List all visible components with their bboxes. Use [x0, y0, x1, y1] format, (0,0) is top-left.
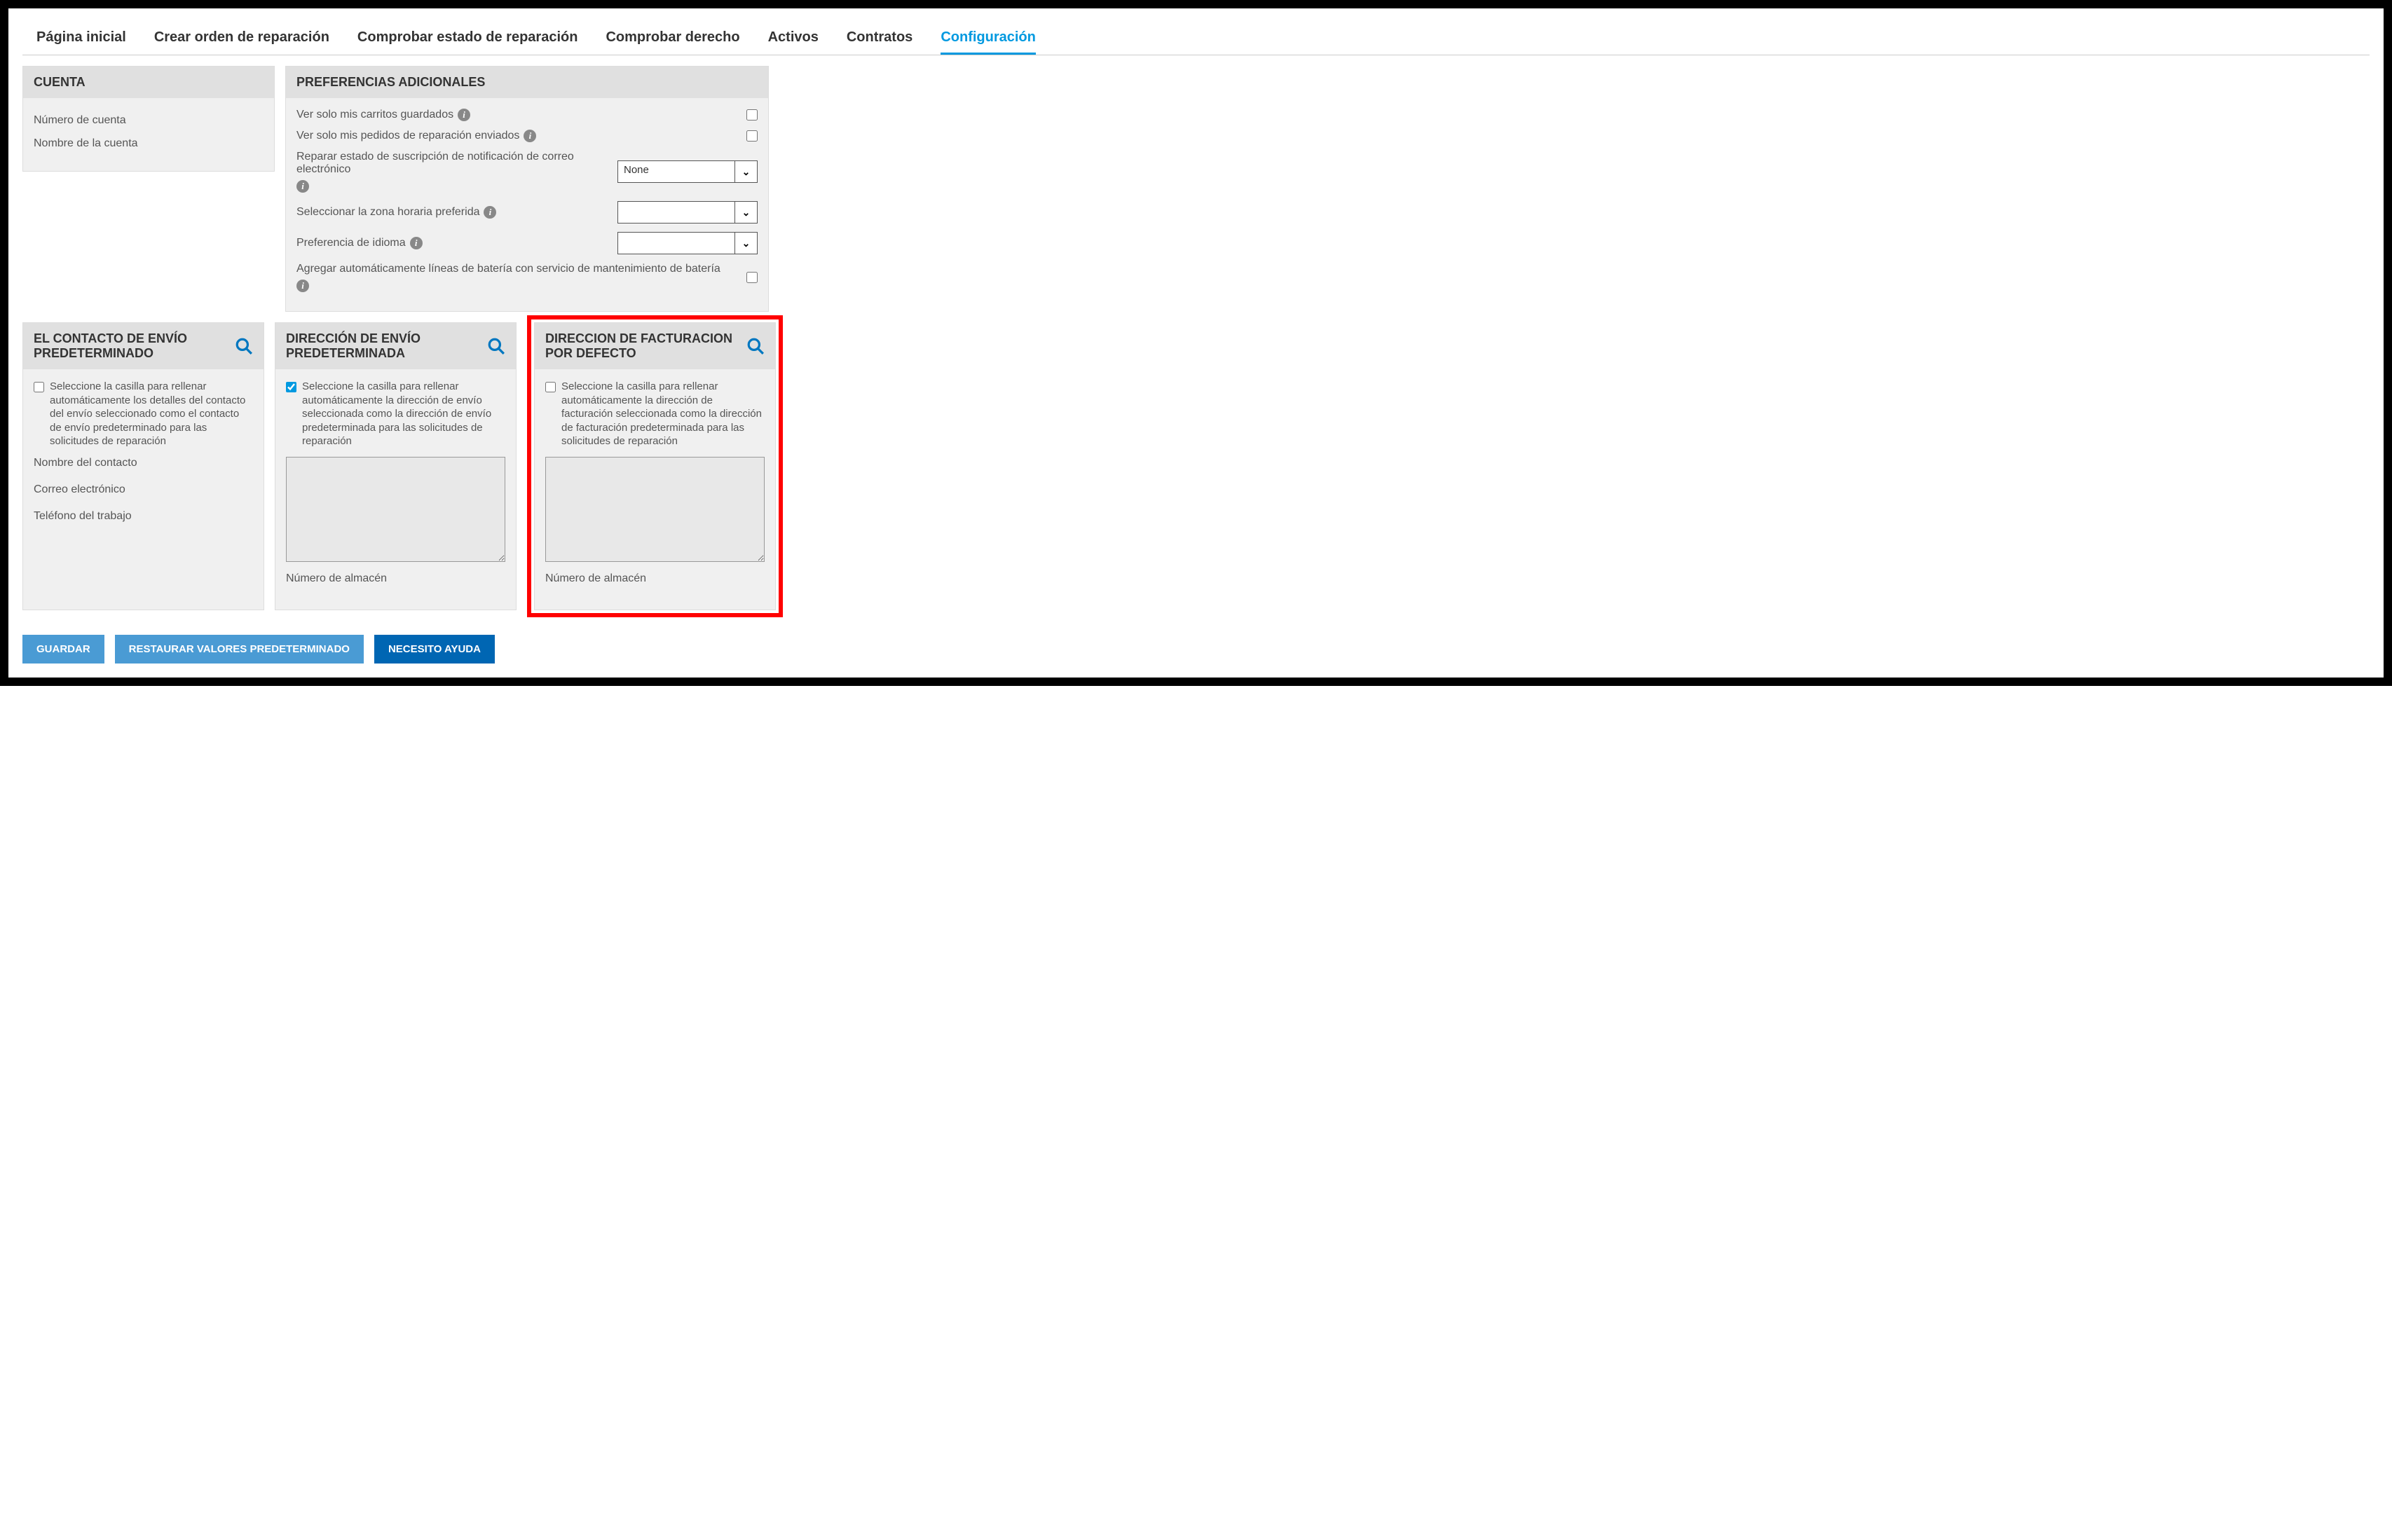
preferences-panel: PREFERENCIAS ADICIONALES Ver solo mis ca…: [285, 66, 769, 312]
contact-autofill-label: Seleccione la casilla para rellenar auto…: [50, 380, 253, 448]
billing-autofill-label: Seleccione la casilla para rellenar auto…: [561, 380, 765, 448]
billing-highlight: DIRECCION DE FACTURACION POR DEFECTO Sel…: [527, 315, 783, 617]
billing-autofill-checkbox[interactable]: [545, 382, 556, 392]
preferences-header: PREFERENCIAS ADICIONALES: [286, 67, 768, 98]
shipping-panel: DIRECCIÓN DE ENVÍO PREDETERMINADA Selecc…: [275, 322, 517, 610]
pref-orders-checkbox[interactable]: [746, 130, 758, 142]
shipping-autofill-label: Seleccione la casilla para rellenar auto…: [302, 380, 505, 448]
tab-contracts[interactable]: Contratos: [847, 29, 913, 55]
tab-check-status[interactable]: Comprobar estado de reparación: [357, 29, 578, 55]
shipping-autofill-checkbox[interactable]: [286, 382, 296, 392]
search-icon[interactable]: [487, 337, 505, 355]
billing-header: DIRECCION DE FACTURACION POR DEFECTO: [545, 331, 746, 361]
pref-email-label: Reparar estado de suscripción de notific…: [296, 151, 607, 176]
pref-carts-label: Ver solo mis carritos guardados: [296, 109, 453, 121]
chevron-down-icon: ⌄: [734, 161, 757, 182]
billing-panel: DIRECCION DE FACTURACION POR DEFECTO Sel…: [534, 322, 776, 610]
info-icon[interactable]: i: [410, 237, 423, 249]
search-icon[interactable]: [746, 337, 765, 355]
billing-warehouse-label: Número de almacén: [545, 572, 765, 585]
info-icon[interactable]: i: [524, 130, 536, 142]
pref-lang-select[interactable]: ⌄: [617, 232, 758, 254]
pref-battery-checkbox[interactable]: [746, 272, 758, 283]
tab-assets[interactable]: Activos: [768, 29, 819, 55]
info-icon[interactable]: i: [296, 280, 309, 292]
pref-email-value: None: [618, 161, 734, 182]
info-icon[interactable]: i: [296, 180, 309, 193]
contact-name-label: Nombre del contacto: [34, 457, 253, 469]
search-icon[interactable]: [235, 337, 253, 355]
shipping-warehouse-label: Número de almacén: [286, 572, 505, 585]
account-panel: CUENTA Número de cuenta Nombre de la cue…: [22, 66, 275, 172]
chevron-down-icon: ⌄: [734, 202, 757, 223]
restore-defaults-button[interactable]: RESTAURAR VALORES PREDETERMINADO: [115, 635, 364, 664]
pref-carts-checkbox[interactable]: [746, 109, 758, 121]
chevron-down-icon: ⌄: [734, 233, 757, 254]
pref-lang-label: Preferencia de idioma: [296, 237, 406, 249]
save-button[interactable]: GUARDAR: [22, 635, 104, 664]
pref-tz-select[interactable]: ⌄: [617, 201, 758, 224]
account-name-label: Nombre de la cuenta: [34, 137, 264, 150]
contact-panel: EL CONTACTO DE ENVÍO PREDETERMINADO Sele…: [22, 322, 264, 610]
billing-address-textarea[interactable]: [545, 457, 765, 562]
tab-check-entitlement[interactable]: Comprobar derecho: [606, 29, 739, 55]
pref-lang-value: [618, 233, 734, 254]
contact-email-label: Correo electrónico: [34, 483, 253, 496]
pref-email-select[interactable]: None ⌄: [617, 160, 758, 183]
contact-header: EL CONTACTO DE ENVÍO PREDETERMINADO: [34, 331, 235, 361]
pref-tz-value: [618, 202, 734, 223]
contact-autofill-checkbox[interactable]: [34, 382, 44, 392]
info-icon[interactable]: i: [484, 206, 496, 219]
shipping-header: DIRECCIÓN DE ENVÍO PREDETERMINADA: [286, 331, 487, 361]
tab-create-order[interactable]: Crear orden de reparación: [154, 29, 329, 55]
nav-tabs: Página inicial Crear orden de reparación…: [22, 22, 2370, 55]
need-help-button[interactable]: NECESITO AYUDA: [374, 635, 495, 664]
pref-orders-label: Ver solo mis pedidos de reparación envia…: [296, 130, 519, 142]
shipping-address-textarea[interactable]: [286, 457, 505, 562]
pref-tz-label: Seleccionar la zona horaria preferida: [296, 206, 479, 219]
tab-configuration[interactable]: Configuración: [941, 29, 1036, 55]
contact-phone-label: Teléfono del trabajo: [34, 510, 253, 523]
info-icon[interactable]: i: [458, 109, 470, 121]
account-number-label: Número de cuenta: [34, 114, 264, 127]
account-header: CUENTA: [23, 67, 274, 98]
pref-battery-label: Agregar automáticamente líneas de baterí…: [296, 263, 720, 275]
tab-home[interactable]: Página inicial: [36, 29, 126, 55]
